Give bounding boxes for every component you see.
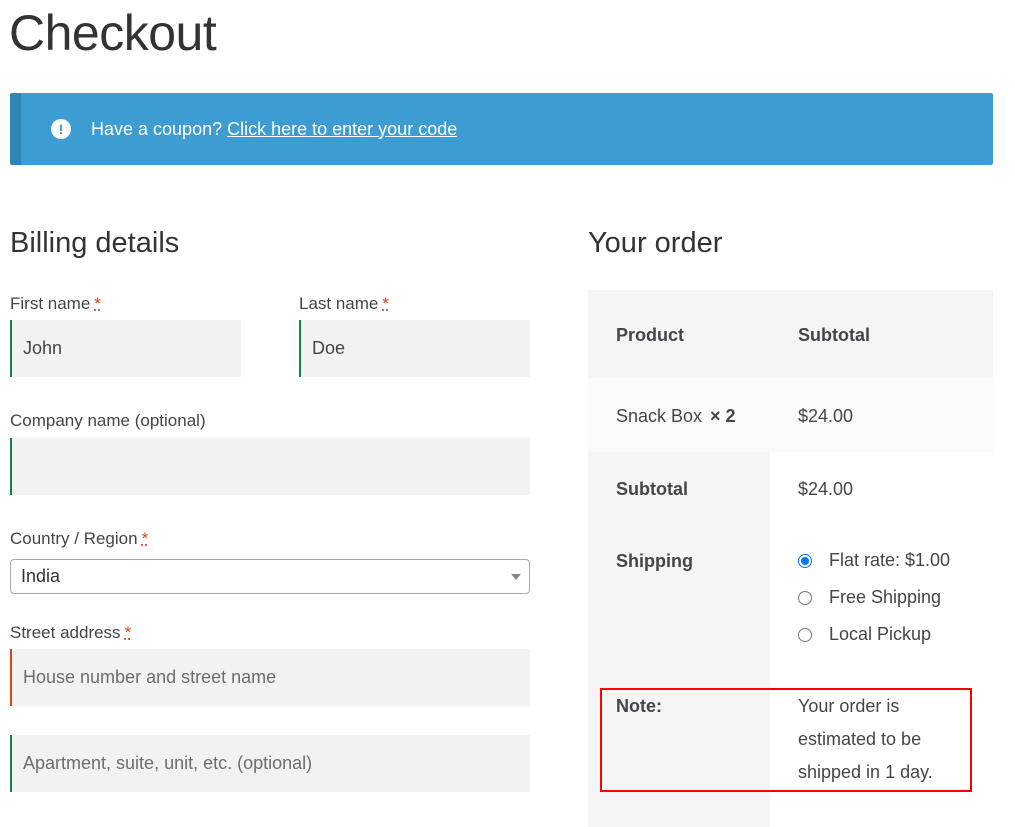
required-marker: * xyxy=(382,294,390,313)
shipping-option-flat-rate[interactable]: Flat rate: $1.00 xyxy=(798,550,950,571)
last-name-label-text: Last name xyxy=(299,294,379,313)
order-item-name: Snack Box × 2 xyxy=(616,406,736,427)
product-header: Product xyxy=(616,325,685,345)
street-address-input[interactable]: House number and street name xyxy=(10,649,530,706)
coupon-notice-text: Have a coupon? xyxy=(91,118,223,139)
cart-subtotal-value: $24.00 xyxy=(798,479,854,499)
street-address-label: Street address * xyxy=(10,623,131,643)
country-label: Country / Region * xyxy=(10,529,148,549)
last-name-input[interactable]: Doe xyxy=(299,320,530,377)
shipping-option-local-pickup[interactable]: Local Pickup xyxy=(798,624,931,645)
exclamation-icon: ! xyxy=(51,119,71,139)
country-select[interactable]: India xyxy=(10,559,530,594)
country-label-text: Country / Region xyxy=(10,529,138,548)
shipping-option-label: Local Pickup xyxy=(829,624,932,644)
enter-coupon-link[interactable]: Click here to enter your code xyxy=(227,119,457,140)
required-marker: * xyxy=(94,294,101,313)
shipping-option-free-shipping[interactable]: Free Shipping xyxy=(798,587,941,608)
coupon-notice: ! Have a coupon? Click here to enter you… xyxy=(10,93,993,165)
company-name-input[interactable] xyxy=(10,438,530,495)
cart-subtotal-label: Subtotal xyxy=(616,479,688,499)
radio-unchecked-icon[interactable] xyxy=(798,627,812,642)
last-name-label: Last name * xyxy=(299,294,389,314)
order-item-price: $24.00 xyxy=(798,406,854,426)
radio-checked-icon[interactable] xyxy=(798,553,812,568)
dropdown-arrow-icon xyxy=(511,574,521,580)
first-name-label-text: First name xyxy=(10,294,91,313)
apartment-input[interactable]: Apartment, suite, unit, etc. (optional) xyxy=(10,735,530,792)
shipping-option-label: Free Shipping xyxy=(829,587,942,607)
your-order-title: Your order xyxy=(588,227,723,259)
first-name-label: First name * xyxy=(10,294,101,314)
subtotal-header: Subtotal xyxy=(798,325,870,345)
page-title: Checkout xyxy=(9,5,217,61)
first-name-input[interactable]: John xyxy=(10,320,241,377)
product-name: Snack Box xyxy=(616,406,703,426)
shipping-label: Shipping xyxy=(616,551,693,571)
country-select-value: India xyxy=(21,566,61,586)
product-quantity: × 2 xyxy=(710,406,736,426)
radio-unchecked-icon[interactable] xyxy=(798,590,812,605)
required-marker: * xyxy=(141,529,149,548)
company-name-label: Company name (optional) xyxy=(10,411,206,430)
shipping-option-label: Flat rate: $1.00 xyxy=(829,550,951,570)
required-marker: * xyxy=(124,623,132,642)
checkout-page: Checkout ! Have a coupon? Click here to … xyxy=(0,0,1015,827)
billing-details-title: Billing details xyxy=(10,227,180,259)
note-highlight-box xyxy=(600,688,972,792)
street-address-label-text: Street address xyxy=(10,623,121,642)
